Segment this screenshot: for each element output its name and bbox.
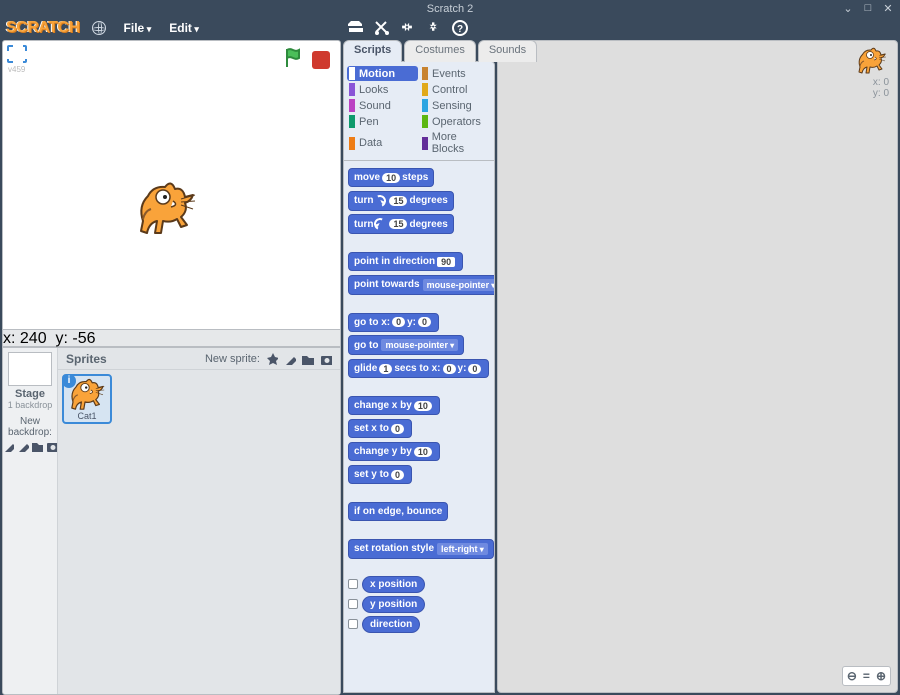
block-turn-ccw[interactable]: turn15degrees (348, 214, 454, 234)
sprite-library-icon[interactable] (266, 353, 278, 365)
sprite-camera-icon[interactable] (320, 353, 332, 365)
checkbox-ypos[interactable] (348, 599, 358, 609)
checkbox-direction[interactable] (348, 619, 358, 629)
stage-label: Stage (3, 388, 57, 400)
stage-thumbnail-col: Stage 1 backdrop New backdrop: (3, 348, 58, 694)
coord-y-value: -56 (72, 330, 95, 347)
sprite-paint-icon[interactable] (284, 353, 296, 365)
category-looks[interactable]: Looks (347, 82, 418, 97)
block-point-direction[interactable]: point in direction90 (348, 252, 463, 271)
category-label: Operators (432, 116, 481, 128)
coord-y-label: y: (56, 330, 68, 347)
menu-bar: SCRATCH File Edit (0, 18, 900, 38)
block-goto-xy[interactable]: go to x:0y:0 (348, 313, 439, 332)
coord-x-value: 240 (20, 330, 47, 347)
sprites-panel: Stage 1 backdrop New backdrop: Sprites N… (2, 347, 341, 695)
backdrop-camera-icon[interactable] (46, 440, 57, 452)
category-data[interactable]: Data (347, 130, 418, 156)
new-sprite-label: New sprite: (205, 353, 260, 365)
category-label: More Blocks (432, 131, 489, 155)
category-label: Motion (359, 68, 395, 80)
category-label: Events (432, 68, 466, 80)
category-motion[interactable]: Motion (347, 66, 418, 81)
category-label: Sound (359, 100, 391, 112)
zoom-in-icon[interactable]: ⊕ (876, 669, 886, 683)
menu-edit[interactable]: Edit (163, 21, 205, 35)
category-label: Pen (359, 116, 379, 128)
reporter-y-position[interactable]: y position (362, 596, 425, 613)
category-more[interactable]: More Blocks (420, 130, 491, 156)
scripts-area[interactable]: x: 0 y: 0 ⊖ = ⊕ (497, 40, 898, 693)
version-label: v459 (8, 65, 25, 74)
new-backdrop-label: New backdrop: (3, 416, 57, 438)
sprites-header: Sprites (66, 352, 107, 366)
sprite-info-icon[interactable]: i (62, 374, 76, 388)
block-point-towards[interactable]: point towardsmouse-pointer (348, 275, 495, 295)
block-if-edge-bounce[interactable]: if on edge, bounce (348, 502, 448, 521)
sprite-tile-cat1[interactable]: i Cat1 (62, 374, 112, 424)
block-set-x[interactable]: set x to0 (348, 419, 412, 438)
scissors-icon[interactable] (374, 20, 390, 36)
sprite-upload-icon[interactable] (302, 353, 314, 365)
checkbox-xpos[interactable] (348, 579, 358, 589)
category-label: Looks (359, 84, 388, 96)
coord-x-label: x: (3, 330, 15, 347)
category-events[interactable]: Events (420, 66, 491, 81)
green-flag-icon[interactable] (284, 47, 308, 71)
block-change-x[interactable]: change x by10 (348, 396, 440, 415)
block-turn-cw[interactable]: turn15degrees (348, 191, 454, 211)
block-goto[interactable]: go tomouse-pointer (348, 335, 464, 355)
fullscreen-icon[interactable] (7, 45, 27, 63)
block-glide[interactable]: glide1secs to x:0y:0 (348, 359, 489, 378)
category-label: Control (432, 84, 467, 96)
tab-costumes[interactable]: Costumes (404, 40, 476, 62)
turn-cw-icon (373, 193, 388, 208)
block-set-rotation-style[interactable]: set rotation styleleft-right (348, 539, 494, 559)
backdrop-library-icon[interactable] (3, 440, 14, 452)
backdrop-paint-icon[interactable] (17, 440, 28, 452)
category-label: Data (359, 137, 382, 149)
reporter-direction[interactable]: direction (362, 616, 420, 633)
category-control[interactable]: Control (420, 82, 491, 97)
sprite-on-stage-cat[interactable] (133, 181, 203, 241)
stage[interactable]: v459 (2, 40, 341, 330)
reporter-x-position[interactable]: x position (362, 576, 425, 593)
block-set-y[interactable]: set y to0 (348, 465, 412, 484)
category-panel: Motion Events Looks Control Sound Sensing Pen O… (343, 61, 495, 161)
category-label: Sensing (432, 100, 472, 112)
window-minimize-icon[interactable]: ⌄ (842, 2, 854, 15)
block-move-steps[interactable]: move10steps (348, 168, 434, 187)
tab-sounds[interactable]: Sounds (478, 40, 537, 62)
tab-scripts[interactable]: Scripts (343, 40, 402, 62)
stage-thumbnail[interactable] (8, 352, 52, 386)
scratch-logo[interactable]: SCRATCH (6, 19, 80, 37)
current-sprite-thumb (855, 47, 889, 77)
stop-button[interactable] (312, 51, 330, 69)
category-sound[interactable]: Sound (347, 98, 418, 113)
category-sensing[interactable]: Sensing (420, 98, 491, 113)
window-close-icon[interactable]: ✕ (882, 2, 894, 15)
help-icon[interactable] (452, 20, 468, 36)
sprite-name: Cat1 (64, 411, 110, 421)
category-pen[interactable]: Pen (347, 114, 418, 129)
stamp-icon[interactable] (348, 20, 364, 36)
turn-ccw-icon (373, 216, 388, 231)
language-globe-icon[interactable] (92, 21, 106, 35)
blocks-palette[interactable]: move10steps turn15degrees turn15degrees … (343, 161, 495, 693)
block-change-y[interactable]: change y by10 (348, 442, 440, 461)
stage-backdrop-count: 1 backdrop (3, 400, 57, 410)
shrink-icon[interactable] (426, 20, 442, 36)
zoom-reset-icon[interactable]: = (863, 669, 870, 683)
stage-coord-bar: x: 240 y: -56 (2, 330, 341, 347)
window-maximize-icon[interactable]: □ (862, 2, 874, 15)
zoom-out-icon[interactable]: ⊖ (847, 669, 857, 683)
window-titlebar: Scratch 2 ⌄ □ ✕ (0, 0, 900, 18)
grow-icon[interactable] (400, 20, 416, 36)
backdrop-upload-icon[interactable] (32, 440, 43, 452)
category-operators[interactable]: Operators (420, 114, 491, 129)
menu-file[interactable]: File (118, 21, 158, 35)
window-title: Scratch 2 (427, 3, 473, 15)
